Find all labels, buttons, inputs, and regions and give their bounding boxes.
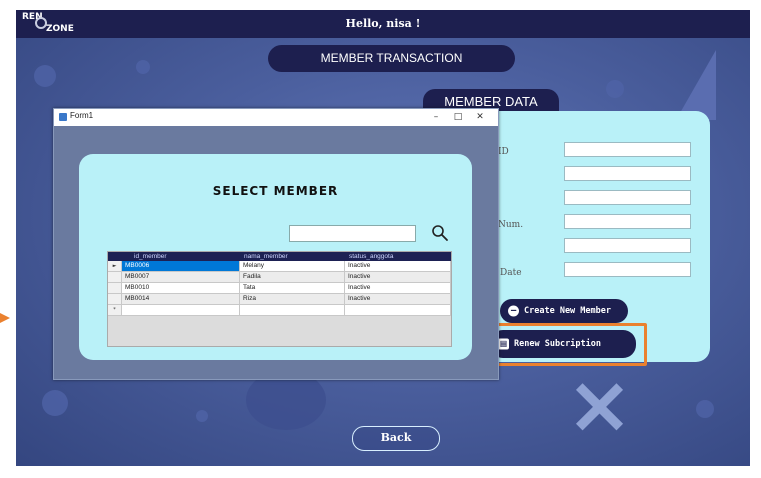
search-icon[interactable] [431, 224, 449, 242]
table-row[interactable]: MB0007 Fadila Inactive [108, 272, 451, 283]
member-field-3[interactable] [564, 190, 691, 205]
field-label-num: Num. [498, 220, 524, 230]
row-selector[interactable] [108, 272, 122, 283]
grid-cell[interactable]: Fadila [240, 272, 345, 283]
table-row[interactable]: ► MB0006 Melany Inactive [108, 261, 451, 272]
top-bar: REN ZONE Hello, nisa ! [16, 10, 750, 38]
row-selector[interactable]: ► [108, 261, 122, 272]
bg-bubble [136, 60, 150, 74]
grid-cell[interactable]: MB0014 [122, 294, 240, 305]
user-add-icon: − [508, 305, 519, 317]
select-member-panel: SELECT MEMBER id_member nama_member stat… [79, 154, 472, 360]
greeting-text: Hello, nisa ! [345, 17, 421, 30]
new-row-marker[interactable]: * [108, 305, 122, 316]
close-button[interactable]: ✕ [470, 109, 490, 126]
bg-bubble [42, 390, 68, 416]
grid-cell[interactable]: Inactive [345, 294, 451, 305]
bg-bubble [606, 80, 624, 98]
row-selector[interactable] [108, 294, 122, 305]
new-row[interactable]: * [108, 305, 451, 316]
bg-triangle [676, 50, 716, 120]
maximize-button[interactable]: □ [448, 109, 468, 126]
grid-cell[interactable]: Melany [240, 261, 345, 272]
minimize-button[interactable]: – [426, 109, 446, 126]
grid-cell[interactable] [122, 305, 240, 316]
column-header-nama-member[interactable]: nama_member [240, 252, 345, 261]
grid-cell[interactable]: Inactive [345, 261, 451, 272]
create-new-member-button[interactable]: − Create New Member [500, 299, 628, 323]
column-header-status-anggota[interactable]: status_anggota [345, 252, 451, 261]
search-input[interactable] [289, 225, 416, 242]
grid-corner [108, 252, 122, 261]
form1-window: Form1 – □ ✕ SELECT MEMBER id_member nama… [53, 108, 499, 380]
grid-cell[interactable]: Riza [240, 294, 345, 305]
member-phone-field[interactable] [564, 214, 691, 229]
field-label-id: ID [498, 147, 509, 157]
grid-cell[interactable] [240, 305, 345, 316]
form-icon [59, 113, 67, 121]
member-grid[interactable]: id_member nama_member status_anggota ► M… [107, 251, 452, 347]
grid-cell[interactable] [345, 305, 451, 316]
grid-cell[interactable]: MB0010 [122, 283, 240, 294]
form1-titlebar[interactable]: Form1 – □ ✕ [54, 109, 498, 126]
grid-cell[interactable]: MB0006 [122, 261, 240, 272]
back-button[interactable]: Back [352, 426, 440, 451]
member-name-field[interactable] [564, 166, 691, 181]
bg-cross-shape: × [566, 358, 634, 451]
renew-button-highlight [481, 323, 647, 366]
bg-bubble [696, 400, 714, 418]
member-transaction-window: × REN ZONE Hello, nisa ! MEMBER TRANSACT… [16, 10, 750, 466]
form1-title: Form1 [70, 111, 94, 120]
grid-cell[interactable]: MB0007 [122, 272, 240, 283]
member-date-field[interactable] [564, 262, 691, 277]
member-id-field[interactable] [564, 142, 691, 157]
field-label-date: Date [500, 268, 522, 278]
pointer-arrow-annotation [0, 313, 10, 323]
column-header-id-member[interactable]: id_member [122, 252, 240, 261]
grid-cell[interactable]: Tata [240, 283, 345, 294]
select-member-heading: SELECT MEMBER [212, 184, 339, 198]
bg-bubble [34, 65, 56, 87]
row-selector[interactable] [108, 283, 122, 294]
grid-cell[interactable]: Inactive [345, 272, 451, 283]
bg-bubble [196, 410, 208, 422]
member-field-5[interactable] [564, 238, 691, 253]
table-row[interactable]: MB0014 Riza Inactive [108, 294, 451, 305]
table-row[interactable]: MB0010 Tata Inactive [108, 283, 451, 294]
grid-cell[interactable]: Inactive [345, 283, 451, 294]
page-title: MEMBER TRANSACTION [268, 45, 515, 72]
